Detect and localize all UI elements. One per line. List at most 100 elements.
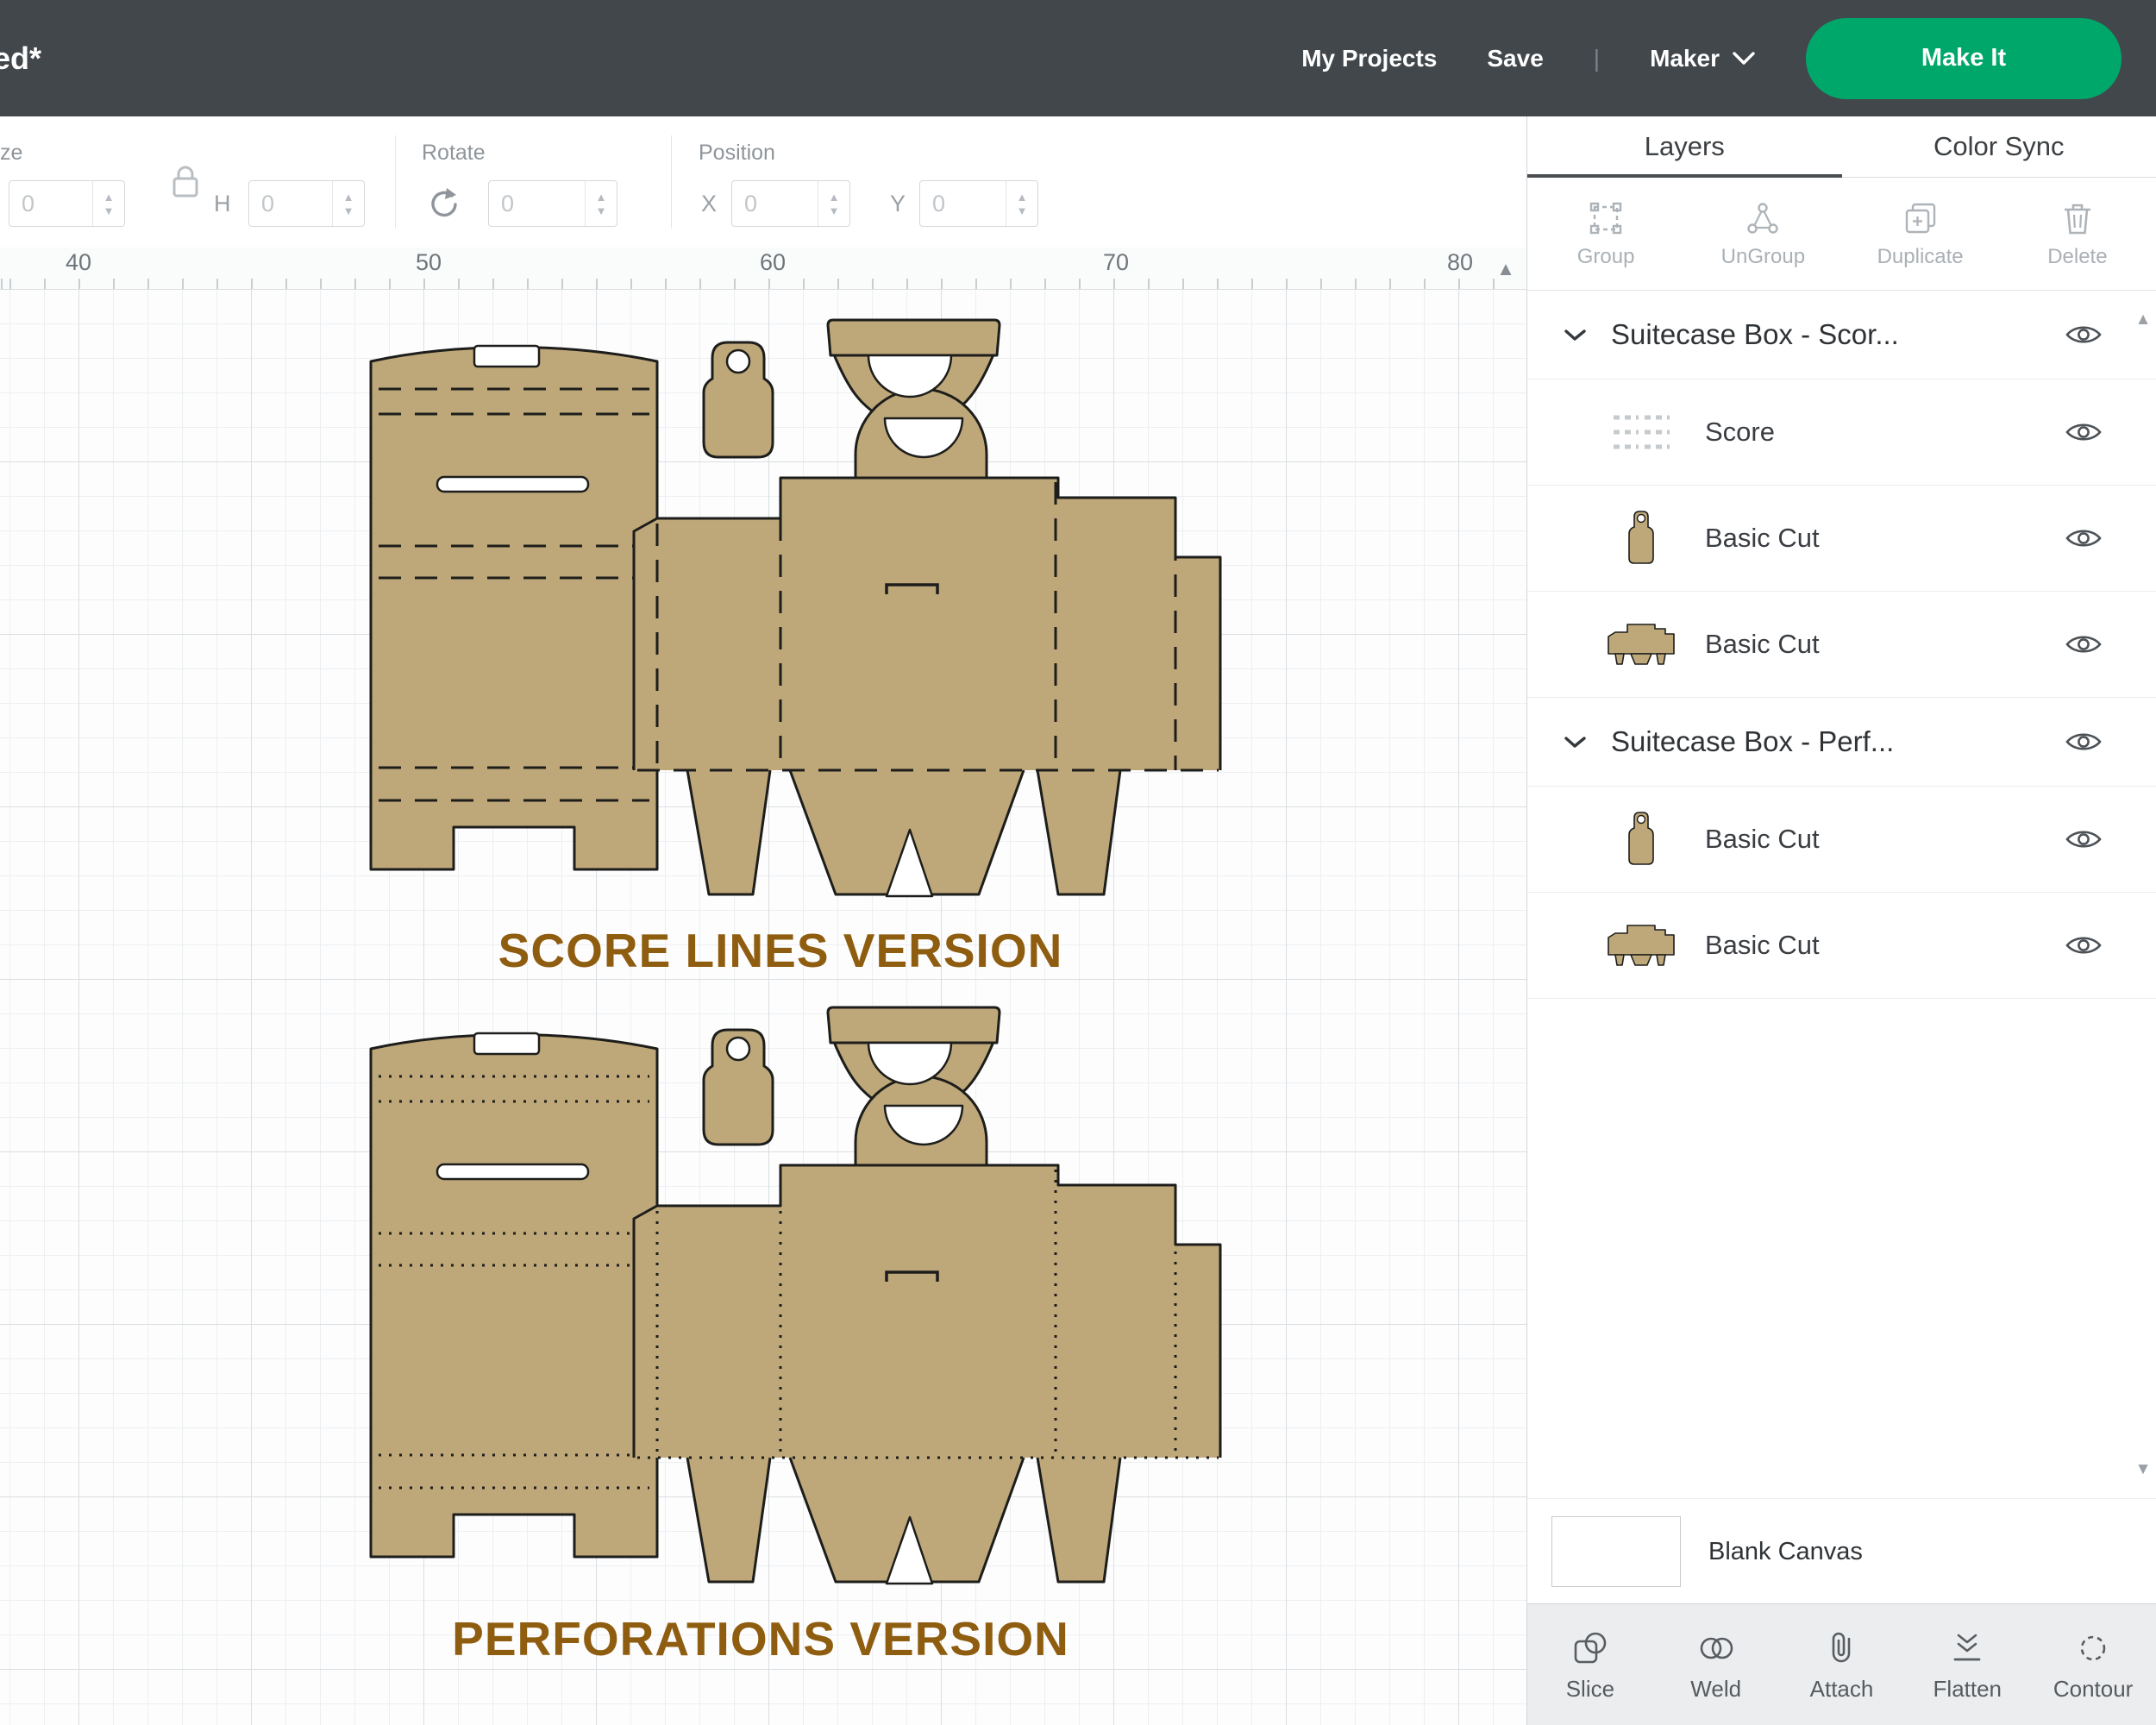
contour-icon — [2072, 1628, 2114, 1669]
rotate-spinner[interactable]: ▲ ▼ — [585, 181, 617, 226]
delete-label: Delete — [2047, 245, 2108, 268]
panel-scroll-down-arrow[interactable]: ▼ — [2135, 1460, 2152, 1479]
visibility-eye-icon[interactable] — [2065, 933, 2103, 957]
make-it-button[interactable]: Make It — [1806, 17, 2122, 99]
lock-aspect-icon[interactable] — [169, 161, 202, 201]
layer-row-basic-cut-tag[interactable]: Basic Cut — [1527, 486, 2156, 592]
group-button[interactable]: Group — [1527, 178, 1684, 290]
machine-selector[interactable]: Maker — [1650, 45, 1756, 72]
spinner-down-icon[interactable]: ▼ — [829, 205, 840, 216]
panel-scrollbar[interactable]: ▲ ▼ — [2134, 310, 2153, 1479]
spinner-up-icon[interactable]: ▲ — [829, 191, 840, 203]
flatten-button[interactable]: Flatten — [1904, 1604, 2030, 1725]
visibility-eye-icon[interactable] — [2065, 420, 2103, 444]
ruler-tick-marks — [0, 279, 1526, 289]
visibility-eye-icon[interactable] — [2065, 323, 2103, 347]
perforations-version-label[interactable]: PERFORATIONS VERSION — [452, 1611, 1069, 1666]
ruler-tick: 70 — [1102, 249, 1130, 275]
panel-tabs: Layers Color Sync — [1527, 116, 2156, 178]
ungroup-label: UnGroup — [1720, 245, 1806, 268]
panel-scroll-up-arrow[interactable]: ▲ — [2135, 310, 2152, 329]
attach-button[interactable]: Attach — [1779, 1604, 1905, 1725]
width-stepper[interactable]: ▲ ▼ — [9, 180, 125, 227]
width-spinner[interactable]: ▲ ▼ — [92, 181, 124, 226]
layer-group-score-version[interactable]: Suitecase Box - Scor... — [1527, 291, 2156, 380]
blank-canvas-row[interactable]: Blank Canvas — [1527, 1498, 2156, 1604]
x-stepper[interactable]: ▲ ▼ — [731, 180, 850, 227]
slice-icon — [1570, 1628, 1611, 1669]
visibility-eye-icon[interactable] — [2065, 827, 2103, 851]
machine-label: Maker — [1650, 44, 1720, 72]
height-spinner[interactable]: ▲ ▼ — [332, 181, 364, 226]
y-spinner[interactable]: ▲ ▼ — [1006, 181, 1037, 226]
chevron-down-icon — [1732, 51, 1756, 66]
ungroup-button[interactable]: UnGroup — [1684, 178, 1841, 290]
layer-actions-toolbar: Group UnGroup Duplicate Delete — [1527, 178, 2156, 291]
tag-layer-thumbnail — [1603, 809, 1679, 869]
layer-tools-toolbar: Slice Weld Attach Flatten Contour — [1527, 1603, 2156, 1725]
height-stepper[interactable]: ▲ ▼ — [248, 180, 365, 227]
chevron-down-icon[interactable] — [1564, 328, 1587, 342]
tab-color-sync[interactable]: Color Sync — [1842, 116, 2156, 177]
toolbar-divider — [395, 135, 396, 229]
layer-group-title: Suitecase Box - Scor... — [1611, 318, 1899, 350]
weld-button[interactable]: Weld — [1653, 1604, 1779, 1725]
layer-row-score[interactable]: Score — [1527, 380, 2156, 486]
rotate-stepper[interactable]: ▲ ▼ — [488, 180, 617, 227]
rotate-icon[interactable] — [424, 185, 461, 222]
box-layer-thumbnail — [1603, 619, 1679, 669]
delete-icon — [2058, 198, 2097, 238]
layer-row-basic-cut-tag[interactable]: Basic Cut — [1527, 787, 2156, 893]
height-label: H — [214, 191, 231, 216]
duplicate-icon — [1901, 198, 1940, 238]
spinner-down-icon[interactable]: ▼ — [596, 205, 607, 216]
document-title: ed* — [0, 41, 42, 76]
spinner-down-icon[interactable]: ▼ — [103, 205, 115, 216]
layer-label: Score — [1705, 417, 1775, 447]
slice-button[interactable]: Slice — [1527, 1604, 1653, 1725]
contour-button[interactable]: Contour — [2030, 1604, 2156, 1725]
ruler-tick: 40 — [65, 249, 92, 275]
group-label: Group — [1576, 245, 1635, 268]
visibility-eye-icon[interactable] — [2065, 526, 2103, 550]
rotate-label: Rotate — [422, 141, 486, 165]
layer-group-title: Suitecase Box - Perf... — [1611, 725, 1895, 757]
blank-canvas-swatch[interactable] — [1551, 1516, 1681, 1587]
suitcase-perforations-version-object[interactable] — [369, 1006, 1222, 1585]
ruler-tick: 60 — [759, 249, 787, 275]
top-bar: ed* My Projects Save | Maker Make It — [0, 0, 2156, 116]
chevron-down-icon[interactable] — [1564, 735, 1587, 750]
layer-group-perforations-version[interactable]: Suitecase Box - Perf... — [1527, 698, 2156, 787]
spinner-down-icon[interactable]: ▼ — [343, 205, 354, 216]
y-stepper[interactable]: ▲ ▼ — [919, 180, 1038, 227]
attach-icon — [1821, 1628, 1862, 1669]
canvas-artwork — [369, 318, 1222, 1585]
layer-label: Basic Cut — [1705, 629, 1820, 659]
visibility-eye-icon[interactable] — [2065, 632, 2103, 656]
x-spinner[interactable]: ▲ ▼ — [818, 181, 849, 226]
tab-layers[interactable]: Layers — [1527, 116, 1842, 178]
my-projects-link[interactable]: My Projects — [1301, 45, 1437, 72]
spinner-up-icon[interactable]: ▲ — [343, 191, 354, 203]
visibility-eye-icon[interactable] — [2065, 730, 2103, 754]
duplicate-button[interactable]: Duplicate — [1842, 178, 1999, 290]
flatten-label: Flatten — [1933, 1675, 2002, 1702]
top-navigation: My Projects Save | Maker Make It — [1301, 0, 2122, 116]
suitcase-score-version-object[interactable] — [369, 318, 1222, 898]
spinner-up-icon[interactable]: ▲ — [596, 191, 607, 203]
canvas-scroll-up-arrow[interactable]: ▲ — [1488, 250, 1524, 288]
design-canvas[interactable]: SCORE LINES VERSION PERFORATIONS VERSION — [0, 289, 1526, 1725]
layer-row-basic-cut-box[interactable]: Basic Cut — [1527, 592, 2156, 698]
spinner-up-icon[interactable]: ▲ — [1017, 191, 1028, 203]
layer-row-basic-cut-box[interactable]: Basic Cut — [1527, 893, 2156, 999]
save-link[interactable]: Save — [1487, 45, 1543, 72]
layer-label: Basic Cut — [1705, 523, 1820, 553]
layer-label: Basic Cut — [1705, 824, 1820, 854]
spinner-down-icon[interactable]: ▼ — [1017, 205, 1028, 216]
spinner-up-icon[interactable]: ▲ — [103, 191, 115, 203]
score-version-label[interactable]: SCORE LINES VERSION — [498, 923, 1063, 978]
position-label: Position — [699, 141, 775, 165]
box-layer-thumbnail — [1603, 920, 1679, 970]
ruler-tick: 50 — [415, 249, 442, 275]
delete-button[interactable]: Delete — [1999, 178, 2156, 290]
